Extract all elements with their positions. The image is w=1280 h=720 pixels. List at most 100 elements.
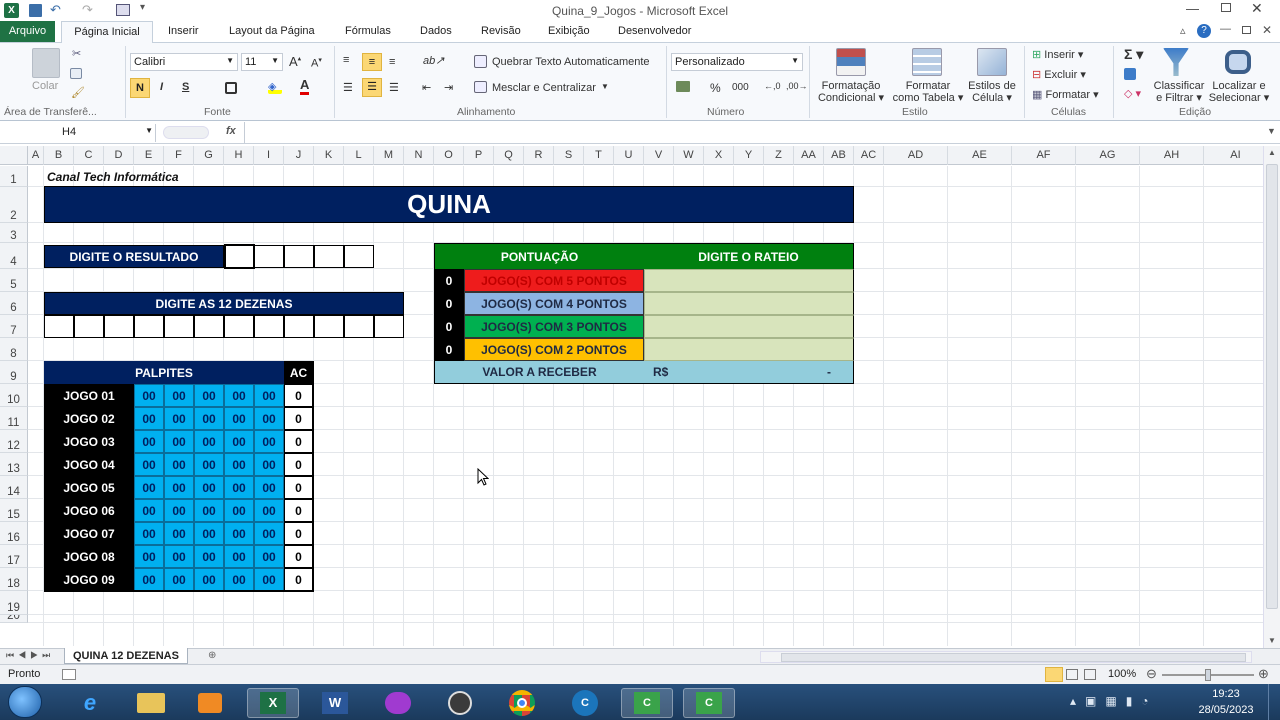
borders-icon[interactable] [225, 82, 237, 94]
align-middle-icon[interactable]: ≡ [362, 53, 382, 71]
column-header-c[interactable]: C [74, 146, 104, 165]
minimize-button[interactable]: — [1186, 1, 1199, 16]
game-number[interactable]: 00 [134, 476, 164, 499]
insert-cells-button[interactable]: ⊞ Inserir ▾ [1032, 48, 1083, 61]
wrap-text-icon[interactable] [474, 55, 487, 68]
camtasia-recorder-taskbar-icon[interactable]: C [683, 688, 735, 718]
row-header-16[interactable]: 16 [0, 522, 28, 545]
decrease-decimal-icon[interactable]: ,00→ [786, 81, 808, 91]
ccleaner-taskbar-icon[interactable]: C [559, 688, 611, 718]
underline-button[interactable]: S [182, 81, 189, 93]
increase-decimal-icon[interactable]: ←,0 [764, 81, 781, 91]
column-header-ad[interactable]: AD [884, 146, 948, 165]
game-number[interactable]: 00 [164, 568, 194, 591]
macro-record-icon[interactable] [62, 669, 76, 680]
game-number[interactable]: 00 [194, 568, 224, 591]
game-number[interactable]: 00 [194, 453, 224, 476]
row-header-10[interactable]: 10 [0, 384, 28, 407]
percent-button[interactable]: % [710, 81, 721, 95]
clock-date[interactable]: 28/05/2023 [1192, 704, 1260, 716]
row-header-8[interactable]: 8 [0, 338, 28, 361]
page-break-icon[interactable] [1084, 669, 1096, 680]
zoom-slider-handle[interactable] [1205, 669, 1211, 681]
column-header-n[interactable]: N [404, 146, 434, 165]
column-header-h[interactable]: H [224, 146, 254, 165]
game-number[interactable]: 00 [224, 453, 254, 476]
doc-restore-button[interactable] [1242, 26, 1251, 34]
currency-icon[interactable] [676, 81, 690, 92]
game-number[interactable]: 00 [224, 476, 254, 499]
column-header-ai[interactable]: AI [1204, 146, 1268, 165]
doc-minimize-button[interactable]: — [1220, 23, 1231, 35]
game-number[interactable]: 00 [254, 384, 284, 407]
column-header-v[interactable]: V [644, 146, 674, 165]
chrome-taskbar-icon[interactable] [496, 688, 548, 718]
game-number[interactable]: 00 [254, 407, 284, 430]
restore-button[interactable] [1221, 3, 1231, 12]
font-color-icon[interactable]: A [300, 78, 310, 95]
column-header-y[interactable]: Y [734, 146, 764, 165]
column-header-x[interactable]: X [704, 146, 734, 165]
game-number[interactable]: 00 [224, 499, 254, 522]
game-number[interactable]: 00 [224, 430, 254, 453]
orientation-icon[interactable]: ab↗ [423, 54, 444, 67]
camtasia-taskbar-icon[interactable]: C [621, 688, 673, 718]
game-number[interactable]: 00 [164, 407, 194, 430]
column-header-f[interactable]: F [164, 146, 194, 165]
wrap-text-button[interactable]: Quebrar Texto Automaticamente [492, 56, 650, 68]
game-number[interactable]: 00 [164, 430, 194, 453]
row-header-15[interactable]: 15 [0, 499, 28, 522]
tab-formulas[interactable]: Fórmulas [345, 25, 391, 37]
name-box[interactable]: H4 ▼ [0, 124, 156, 142]
copy-icon[interactable] [70, 68, 82, 79]
game-number[interactable]: 00 [254, 499, 284, 522]
find-select-button[interactable]: Localizar e Selecionar ▾ [1206, 80, 1272, 104]
show-desktop-button[interactable] [1268, 684, 1280, 720]
autosum-icon[interactable]: Σ ▾ [1124, 46, 1143, 63]
rateio-input[interactable] [644, 269, 854, 292]
fill-icon[interactable] [1124, 68, 1136, 80]
game-number[interactable]: 00 [254, 522, 284, 545]
column-header-p[interactable]: P [464, 146, 494, 165]
column-header-w[interactable]: W [674, 146, 704, 165]
decrease-indent-icon[interactable]: ⇤ [422, 81, 431, 94]
dozen-input-6[interactable] [194, 315, 224, 338]
merge-center-button[interactable]: Mesclar e Centralizar [492, 82, 596, 94]
page-layout-icon[interactable] [1066, 669, 1078, 680]
italic-button[interactable]: I [160, 81, 163, 93]
tab-exibicao[interactable]: Exibição [548, 25, 590, 37]
column-header-o[interactable]: O [434, 146, 464, 165]
column-header-b[interactable]: B [44, 146, 74, 165]
zoom-in-icon[interactable]: ⊕ [1258, 666, 1269, 682]
clock-time[interactable]: 19:23 [1196, 688, 1256, 700]
new-sheet-icon[interactable]: ⊕ [208, 650, 216, 661]
zoom-slider[interactable] [1162, 669, 1254, 681]
game-number[interactable]: 00 [254, 545, 284, 568]
format-cells-button[interactable]: ▦ Formatar ▾ [1032, 88, 1099, 101]
rateio-input[interactable] [644, 338, 854, 361]
chevron-down-icon[interactable]: ▼ [601, 82, 609, 91]
row-header-18[interactable]: 18 [0, 568, 28, 591]
game-number[interactable]: 00 [254, 568, 284, 591]
dozen-input-10[interactable] [314, 315, 344, 338]
game-number[interactable]: 00 [164, 545, 194, 568]
tab-inserir[interactable]: Inserir [168, 25, 199, 37]
row-header-14[interactable]: 14 [0, 476, 28, 499]
row-header-20[interactable]: 20 [0, 615, 28, 623]
conditional-format-button[interactable]: Formatação Condicional ▾ [816, 80, 886, 104]
column-header-k[interactable]: K [314, 146, 344, 165]
dozen-input-8[interactable] [254, 315, 284, 338]
tab-revisao[interactable]: Revisão [481, 25, 521, 37]
font-size-box[interactable]: 11 ▼ [241, 53, 283, 71]
game-number[interactable]: 00 [164, 476, 194, 499]
scroll-down-icon[interactable]: ▼ [1268, 636, 1276, 645]
find-select-icon[interactable] [1225, 50, 1251, 74]
font-name-box[interactable]: Calibri ▼ [130, 53, 238, 71]
row-header-5[interactable]: 5 [0, 269, 28, 292]
number-format-box[interactable]: Personalizado ▼ [671, 53, 803, 71]
game-number[interactable]: 00 [134, 568, 164, 591]
rateio-input[interactable] [644, 315, 854, 338]
game-number[interactable]: 00 [254, 453, 284, 476]
game-number[interactable]: 00 [194, 430, 224, 453]
column-header-ag[interactable]: AG [1076, 146, 1140, 165]
